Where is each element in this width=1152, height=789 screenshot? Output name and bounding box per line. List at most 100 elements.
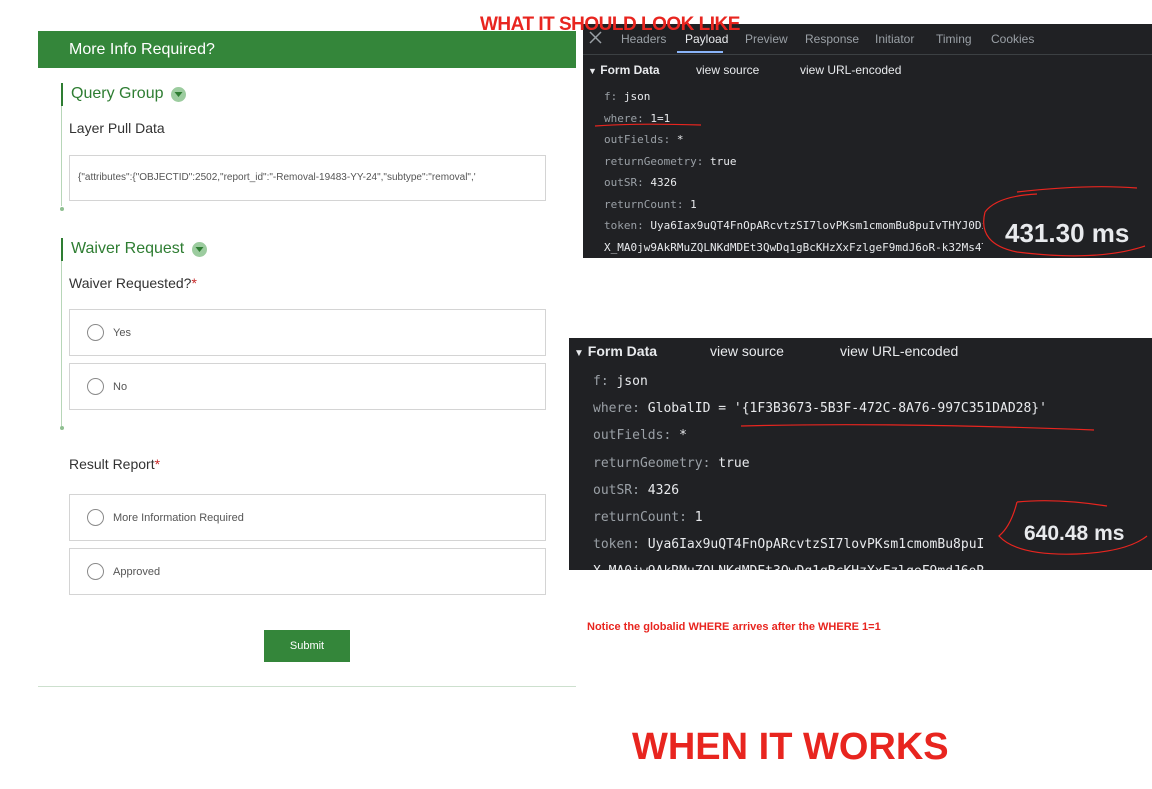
row-key: returnGeometry:: [604, 154, 704, 168]
waiver-group-header[interactable]: Waiver Request: [71, 240, 208, 258]
triangle-down-icon: ▼: [574, 348, 584, 359]
view-url-encoded-link[interactable]: view URL-encoded: [800, 63, 901, 77]
required-mark: *: [191, 275, 197, 291]
row-key: returnCount:: [593, 510, 687, 526]
radio-circle-icon[interactable]: [87, 509, 104, 526]
form-header-title: More Info Required?: [38, 31, 576, 68]
waiver-group-accent: [61, 238, 63, 261]
required-mark: *: [154, 456, 161, 472]
chevron-down-icon[interactable]: [171, 86, 187, 102]
radio-circle-icon[interactable]: [87, 324, 104, 341]
form-data-toggle[interactable]: ▼ Form Data: [574, 343, 657, 359]
radio-option-approved[interactable]: Approved: [69, 548, 546, 595]
row-value: 1: [694, 510, 703, 526]
form-data-row: returnGeometry: true: [604, 151, 995, 173]
layer-pull-data-label: Layer Pull Data: [69, 120, 165, 136]
view-source-link[interactable]: view source: [710, 343, 784, 359]
chevron-down-icon[interactable]: [192, 241, 208, 257]
form-data-row: where: GlobalID = '{1F3B3673-5B3F-472C-8…: [593, 395, 1047, 422]
radio-circle-icon[interactable]: [87, 563, 104, 580]
result-report-text: Result Report: [69, 456, 155, 472]
form-data-row: f: json: [593, 368, 1047, 395]
radio-label-yes: Yes: [113, 326, 131, 339]
token-continuation: X_MA0jw9AkRMuZQLNKdMDEt3QwDq1gBcKHzXxFzl…: [593, 558, 1047, 570]
radio-label-no: No: [113, 380, 128, 393]
form-data-row: token: Uya6Iax9uQT4FnOpARcvtzSI7lovPKsm1…: [593, 531, 1047, 558]
query-group-line: [61, 106, 62, 206]
form-data-rows: f: json where: GlobalID = '{1F3B3673-5B3…: [593, 368, 1047, 570]
tab-response[interactable]: Response: [805, 32, 859, 46]
row-value: *: [676, 133, 684, 146]
row-key: f:: [593, 374, 609, 389]
token-continuation: X_MA0jw9AkRMuZQLNKdMDEt3QwDq1gBcKHzXxFzl…: [604, 240, 989, 254]
devtools-panel-payload-slow: ▼ Form Data view source view URL-encoded…: [569, 338, 1152, 570]
row-value: json: [616, 374, 648, 389]
radio-label-approved: Approved: [113, 565, 161, 578]
form-data-row: outSR: 4326: [604, 172, 995, 194]
row-value: 4326: [650, 176, 677, 189]
row-value: true: [718, 455, 750, 471]
query-group-header[interactable]: Query Group: [71, 85, 187, 103]
tab-timing[interactable]: Timing: [936, 32, 972, 46]
row-value: GlobalID = '{1F3B3673-5B3F-472C-8A76-997…: [647, 401, 1047, 417]
radio-option-yes[interactable]: Yes: [69, 309, 546, 356]
tab-preview[interactable]: Preview: [745, 32, 788, 46]
waiver-group-line: [61, 261, 62, 426]
survey-form: More Info Required? Query Group Layer Pu…: [38, 31, 576, 687]
form-data-title: Form Data: [587, 343, 658, 359]
row-key: returnGeometry:: [593, 455, 711, 471]
radio-option-more-info[interactable]: More Information Required: [69, 494, 546, 541]
form-data-row: token: Uya6Iax9uQT4FnOpARcvtzSI7lovPKsm1…: [604, 215, 995, 237]
waiver-requested-label: Waiver Requested?*: [69, 275, 197, 291]
radio-option-no[interactable]: No: [69, 363, 546, 410]
form-data-row: f: json: [604, 86, 995, 108]
waiver-requested-text: Waiver Requested?: [69, 275, 192, 291]
submit-button[interactable]: Submit: [264, 630, 350, 662]
row-key: where:: [593, 401, 640, 417]
row-key: returnCount:: [604, 197, 684, 211]
row-key: token:: [604, 219, 644, 232]
red-circle-annotation: [983, 186, 1146, 257]
waiver-group-title: Waiver Request: [71, 240, 185, 257]
devtools-panel-payload-fast: Headers Payload Preview Response Initiat…: [583, 24, 1152, 258]
top-annotation-title: WHAT IT SHOULD LOOK LIKE: [480, 14, 740, 35]
row-value: 4326: [647, 482, 680, 498]
red-underline-annotation: [740, 424, 1095, 431]
query-group-accent: [61, 83, 63, 106]
form-data-toggle[interactable]: ▼ Form Data: [588, 63, 660, 77]
active-tab-indicator: [677, 51, 723, 53]
query-group-dot: [60, 207, 64, 211]
row-key: outSR:: [604, 176, 644, 189]
form-data-row: returnGeometry: true: [593, 450, 1047, 477]
form-data-title: Form Data: [600, 63, 660, 77]
form-data-row: outFields: *: [604, 129, 995, 151]
row-key: outFields:: [593, 428, 672, 444]
waiver-group-dot: [60, 426, 64, 430]
tab-initiator[interactable]: Initiator: [875, 32, 914, 46]
row-value: 1: [690, 197, 697, 211]
row-value: Uya6Iax9uQT4FnOpARcvtzSI7lovPKsm1cmomBu8…: [647, 537, 985, 553]
form-data-rows: f: json where: 1=1 outFields: * returnGe…: [604, 86, 995, 258]
view-url-encoded-link[interactable]: view URL-encoded: [840, 343, 958, 359]
row-key: f:: [604, 90, 618, 103]
triangle-down-icon: ▼: [588, 66, 597, 76]
row-value: json: [623, 90, 651, 103]
query-group-title: Query Group: [71, 85, 164, 102]
row-key: outSR:: [593, 482, 640, 498]
tab-cookies[interactable]: Cookies: [991, 32, 1034, 46]
form-bottom-divider: [38, 686, 576, 687]
row-value: true: [709, 154, 737, 168]
radio-label-more-info: More Information Required: [113, 511, 244, 524]
row-key: token:: [593, 537, 640, 553]
layer-pull-data-field[interactable]: {"attributes":{"OBJECTID":2502,"report_i…: [69, 155, 546, 201]
row-key: outFields:: [604, 133, 671, 146]
radio-circle-icon[interactable]: [87, 378, 104, 395]
red-circle-annotation: [998, 500, 1148, 555]
row-value: Uya6Iax9uQT4FnOpARcvtzSI7lovPKsm1cmomBu8…: [650, 219, 995, 232]
note-annotation: Notice the globalid WHERE arrives after …: [587, 621, 881, 633]
row-value: *: [679, 428, 687, 444]
bottom-annotation-title: WHEN IT WORKS: [632, 726, 949, 768]
result-report-label: Result Report*: [69, 456, 160, 472]
view-source-link[interactable]: view source: [696, 63, 759, 77]
form-data-row: returnCount: 1: [604, 194, 995, 216]
